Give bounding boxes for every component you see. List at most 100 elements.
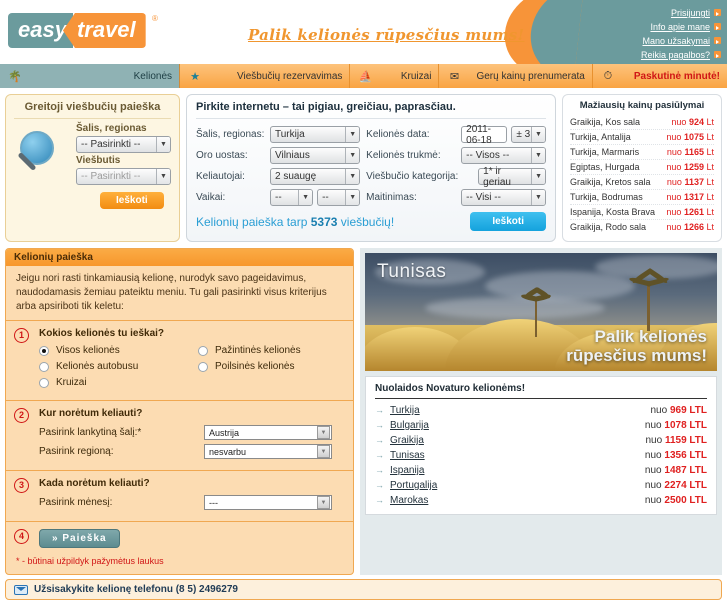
step2-region-select[interactable]: nesvarbu ▼ xyxy=(204,444,332,459)
list-item[interactable]: → Graikija nuo 1159 LTL xyxy=(375,433,707,448)
offer-link[interactable]: Marokas xyxy=(390,493,428,508)
table-row[interactable]: Turkija, Antalija nuo 1075 Lt xyxy=(570,130,714,145)
step2-country-select[interactable]: Austrija ▼ xyxy=(204,425,332,440)
chevron-down-icon: ▼ xyxy=(345,148,360,163)
field-row-duration: Kelionės trukmė: -- Visos -- ▼ xyxy=(366,145,546,166)
offer-link[interactable]: Bulgarija xyxy=(390,418,429,433)
main-navigation: 🌴 Kelionės ★ Viešbučių rezervavimas ⛵ Kr… xyxy=(0,64,727,88)
list-item[interactable]: → Ispanija nuo 1487 LTL xyxy=(375,463,707,478)
chevron-down-icon: ▼ xyxy=(345,190,360,205)
radio-dot xyxy=(198,361,208,372)
duration-select[interactable]: -- Visos -- ▼ xyxy=(461,147,546,164)
radio-pazintines-keliones[interactable]: Pažintinės kelionės xyxy=(198,345,343,356)
chevron-down-icon: ▼ xyxy=(317,496,330,509)
quick-search-button[interactable]: Ieškoti xyxy=(100,192,164,209)
chevron-down-icon: ▼ xyxy=(345,127,360,142)
list-item[interactable]: → Turkija nuo 969 LTL xyxy=(375,403,707,418)
offer-link[interactable]: Turkija xyxy=(390,403,420,418)
step3-title: Kada norėtum keliauti? xyxy=(39,478,150,489)
radio-keliones-autobusu[interactable]: Kelionės autobusu xyxy=(39,361,184,372)
price-value: 969 LTL xyxy=(669,405,707,416)
category-select[interactable]: 1* ir geriau ▼ xyxy=(478,166,546,188)
trip-search-step-3: 3 Kada norėtum keliauti? Pasirink mėnesį… xyxy=(6,470,353,521)
nav-item-kruizai-label: Kruizai xyxy=(400,70,432,82)
nav-item-viesbuciu-rezervavimas[interactable]: ★ Viešbučių rezervavimas xyxy=(180,64,351,88)
price-currency: Lt xyxy=(706,192,714,202)
list-item[interactable]: → Bulgarija nuo 1078 LTL xyxy=(375,418,707,433)
table-row[interactable]: Turkija, Bodrumas nuo 1317 Lt xyxy=(570,190,714,205)
step2-country-value: Austrija xyxy=(209,427,240,438)
arrow-square-icon xyxy=(714,37,721,44)
offer-link[interactable]: Tunisas xyxy=(390,448,425,463)
table-row[interactable]: Graikija, Kretos sala nuo 1137 Lt xyxy=(570,175,714,190)
price-from: nuo xyxy=(671,117,687,127)
price-value: 1259 xyxy=(683,162,704,172)
link-mano-uzsakymai[interactable]: Mano užsakymai xyxy=(641,36,721,47)
child1-select[interactable]: -- ▼ xyxy=(270,189,314,206)
nav-item-geru-kainu-prenumerata-label: Gerų kainų prenumerata xyxy=(476,70,585,82)
children-label: Vaikai: xyxy=(196,192,226,203)
travellers-select[interactable]: 2 suaugę ▼ xyxy=(270,168,361,185)
chevron-down-icon: ▼ xyxy=(531,127,545,142)
offer-link[interactable]: Portugalija xyxy=(390,478,437,493)
trip-search-column: Kelionių paieška Jeigu nori rasti tinkam… xyxy=(5,248,354,575)
offer-link[interactable]: Graikija xyxy=(390,433,424,448)
table-row[interactable]: Graikija, Rodo sala nuo 1266 Lt xyxy=(570,220,714,234)
site-logo[interactable]: easy travel xyxy=(8,13,146,48)
step2-country-label: Pasirink lankytiną šalį:* xyxy=(39,427,142,438)
nav-item-paskutine-minute[interactable]: ⏱ Paskutinė minutė! xyxy=(593,64,727,88)
board-select[interactable]: -- Visi -- ▼ xyxy=(461,189,546,206)
airport-select[interactable]: Vilniaus ▼ xyxy=(270,147,361,164)
table-row[interactable]: Egiptas, Hurgada nuo 1259 Lt xyxy=(570,160,714,175)
date-range-value: ± 3 xyxy=(516,129,531,140)
nav-item-viesbuciu-rezervavimas-label: Viešbučių rezervavimas xyxy=(237,70,343,82)
child2-value: -- xyxy=(322,192,329,203)
table-row[interactable]: Graikija, Kos sala nuo 924 Lt xyxy=(570,115,714,130)
offer-link[interactable]: Ispanija xyxy=(390,463,424,478)
tunisas-banner[interactable]: Tunisas Palik kelionės rūpesčius mums! xyxy=(365,253,717,371)
phone-callback-box[interactable]: Užsisakykite kelionę telefonu (8 5) 2496… xyxy=(5,579,722,600)
step1-radio-column-right: Pažintinės kelionės Poilsinės kelionės xyxy=(184,345,343,393)
nav-item-geru-kainu-prenumerata[interactable]: ✉ Gerų kainų prenumerata xyxy=(439,64,593,88)
nav-item-kruizai[interactable]: ⛵ Kruizai xyxy=(350,64,440,88)
country-select[interactable]: Turkija ▼ xyxy=(270,126,361,143)
list-item[interactable]: → Tunisas nuo 1356 LTL xyxy=(375,448,707,463)
radio-kruizai[interactable]: Kruizai xyxy=(39,377,184,388)
radio-poilsines-keliones[interactable]: Poilsinės kelionės xyxy=(198,361,343,372)
radio-dot xyxy=(198,345,208,356)
ship-icon: ⛵ xyxy=(358,70,373,83)
table-row[interactable]: Turkija, Marmaris nuo 1165 Lt xyxy=(570,145,714,160)
link-reikia-pagalbos[interactable]: Reikia pagalbos? xyxy=(641,50,721,61)
table-row[interactable]: Ispanija, Kosta Brava nuo 1261 Lt xyxy=(570,205,714,220)
step3-month-select[interactable]: --- ▼ xyxy=(204,495,332,510)
date-range-select[interactable]: ± 3 ▼ xyxy=(511,126,546,143)
quick-hotel-select[interactable]: -- Pasirinkti -- ▼ xyxy=(76,168,171,185)
radio-dot xyxy=(39,345,49,356)
step3-month-label: Pasirink mėnesį: xyxy=(39,497,113,508)
chevron-down-icon: ▼ xyxy=(298,190,313,205)
link-prisijungti[interactable]: Prisijungti xyxy=(641,8,721,19)
step2-region-value: nesvarbu xyxy=(209,446,247,457)
arrow-right-icon: → xyxy=(375,450,384,460)
list-item[interactable]: → Marokas nuo 2500 LTL xyxy=(375,493,707,508)
cheapest-dest: Graikija, Kretos sala xyxy=(570,177,651,187)
price-from: nuo xyxy=(666,177,682,187)
arrow-right-icon: → xyxy=(375,480,384,490)
nav-tab-keliones[interactable]: 🌴 Kelionės xyxy=(0,64,180,88)
radio-dot xyxy=(39,377,49,388)
price-value: 1356 LTL xyxy=(664,450,707,461)
child2-select[interactable]: -- ▼ xyxy=(317,189,361,206)
trip-search-submit-button[interactable]: » Paieška xyxy=(39,529,120,548)
child1-value: -- xyxy=(275,192,282,203)
step1-title: Kokios kelionės tu ieškai? xyxy=(39,328,165,339)
radio-visos-keliones[interactable]: Visos kelionės xyxy=(39,345,184,356)
envelope-icon: ✉ xyxy=(449,70,460,83)
main-search-button[interactable]: Ieškoti xyxy=(470,212,546,231)
date-input[interactable]: 2011-06-18 xyxy=(461,124,508,146)
link-info-apie-mane[interactable]: Info apie mane xyxy=(641,22,721,33)
quick-country-select[interactable]: -- Pasirinkti -- ▼ xyxy=(76,136,171,153)
list-item[interactable]: → Portugalija nuo 2274 LTL xyxy=(375,478,707,493)
cheapest-offers-panel: Mažiausių kainų pasiūlymai Graikija, Kos… xyxy=(562,94,722,242)
step2-region-row: Pasirink regioną: nesvarbu ▼ xyxy=(39,444,343,459)
cheapest-price: nuo 1317 Lt xyxy=(666,190,714,204)
